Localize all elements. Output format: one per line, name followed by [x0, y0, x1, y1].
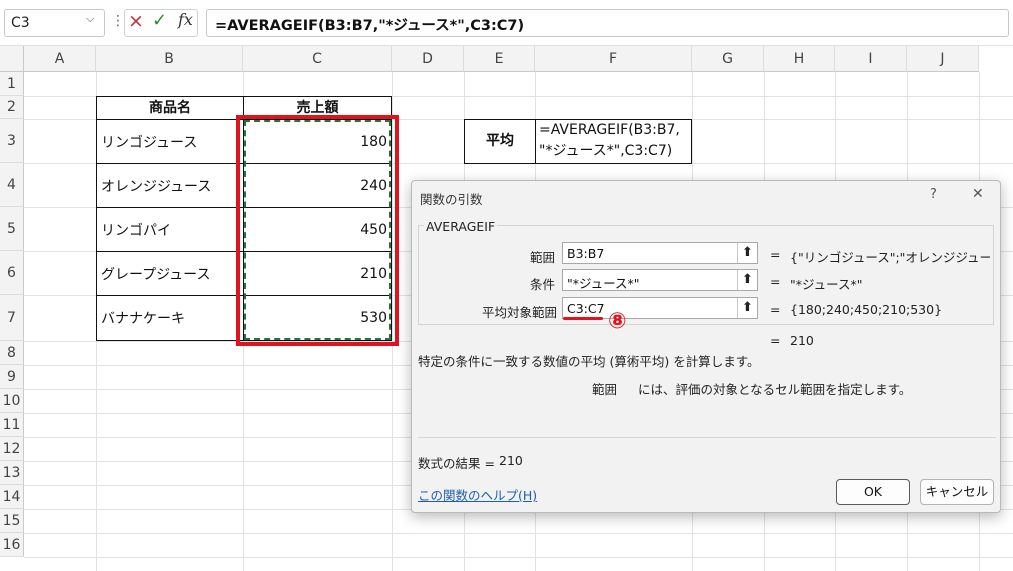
overall-equals: =	[770, 333, 781, 348]
arg-result-criteria: "*ジュース*"	[790, 277, 863, 292]
row-header[interactable]: 9	[0, 365, 24, 389]
table-cell-product[interactable]: リンゴジュース	[96, 119, 244, 164]
function-name: AVERAGEIF	[424, 219, 498, 234]
row-header[interactable]: 16	[0, 533, 24, 557]
table-cell-product[interactable]: オレンジジュース	[96, 163, 244, 208]
row-header[interactable]: 1	[0, 72, 24, 96]
column-header[interactable]: B	[96, 46, 243, 72]
table-cell-product[interactable]: グレープジュース	[96, 251, 244, 296]
column-header[interactable]: J	[907, 46, 979, 72]
underline-annotation	[563, 317, 603, 320]
column-header[interactable]: A	[24, 46, 96, 72]
select-all-corner[interactable]	[0, 46, 24, 72]
arg-label-criteria: 条件	[530, 277, 556, 292]
arg-desc-text: には、評価の対象となるセル範囲を指定します。	[638, 382, 912, 397]
step-number-badge: ⑧	[608, 309, 627, 334]
table-cell-product[interactable]: リンゴパイ	[96, 207, 244, 252]
table-header-product[interactable]: 商品名	[96, 96, 244, 120]
arg-equals: =	[770, 302, 781, 317]
arg-label-average-range: 平均対象範囲	[482, 305, 558, 320]
row-header[interactable]: 4	[0, 163, 24, 207]
divider	[418, 437, 996, 438]
row-header[interactable]: 15	[0, 509, 24, 533]
collapse-dialog-icon[interactable]: ⬆	[737, 270, 757, 290]
enter-check-icon[interactable]: ✓	[152, 10, 167, 31]
formula-input[interactable]: =AVERAGEIF(B3:B7,"*ジュース*",C3:C7)	[206, 9, 1009, 37]
row-header[interactable]: 14	[0, 485, 24, 509]
row-header[interactable]: 2	[0, 96, 24, 119]
row-header[interactable]: 12	[0, 437, 24, 461]
close-icon[interactable]: ✕	[972, 186, 984, 202]
function-arguments-dialog: 関数の引数 ? ✕ AVERAGEIF 範囲 B3:B7 ⬆ = {"リンゴジュ…	[411, 180, 1001, 513]
row-header[interactable]: 5	[0, 207, 24, 251]
function-help-link[interactable]: この関数のヘルプ(H)	[418, 485, 537, 504]
average-label-cell[interactable]: 平均	[464, 119, 536, 164]
chevron-down-icon[interactable]: ⌵	[86, 12, 94, 26]
cancel-button[interactable]: キャンセル	[920, 479, 994, 505]
column-header[interactable]: D	[392, 46, 464, 72]
formula-result-label: 数式の結果 =	[418, 456, 495, 471]
arg-input-range[interactable]: B3:B7	[562, 242, 758, 264]
row-header[interactable]: 13	[0, 461, 24, 485]
formula-line-2: "*ジュース*",C3:C7)	[539, 143, 673, 159]
formula-line-1: =AVERAGEIF(B3:B7,	[539, 122, 680, 138]
collapse-dialog-icon[interactable]: ⬆	[737, 298, 757, 318]
arg-label-range: 範囲	[530, 250, 556, 265]
arg-equals: =	[770, 274, 781, 289]
dialog-title: 関数の引数	[420, 192, 483, 207]
function-description: 特定の条件に一致する数値の平均 (算術平均) を計算します。	[418, 354, 760, 369]
row-header[interactable]: 7	[0, 295, 24, 341]
collapse-dialog-icon[interactable]: ⬆	[737, 243, 757, 263]
arg-result-range: {"リンゴジュース";"オレンジジュース";"...	[790, 250, 990, 265]
column-header[interactable]: G	[692, 46, 764, 72]
highlight-box	[236, 115, 399, 346]
arg-desc-name: 範囲	[592, 382, 618, 397]
table-cell-product[interactable]: バナナケーキ	[96, 295, 244, 341]
overall-result: 210	[790, 333, 814, 348]
average-formula-cell[interactable]: =AVERAGEIF(B3:B7, "*ジュース*",C3:C7)	[535, 119, 692, 164]
column-header[interactable]: C	[243, 46, 392, 72]
ok-button[interactable]: OK	[836, 479, 910, 505]
row-header[interactable]: 3	[0, 119, 24, 163]
arg-result-average-range: {180;240;450;210;530}	[790, 302, 943, 317]
column-header[interactable]: F	[535, 46, 692, 72]
arg-equals: =	[770, 247, 781, 262]
column-header[interactable]: I	[835, 46, 907, 72]
formula-result-value: 210	[499, 453, 523, 468]
arg-input-criteria[interactable]: "*ジュース*"	[562, 269, 758, 291]
row-header[interactable]: 6	[0, 251, 24, 295]
row-header[interactable]: 11	[0, 413, 24, 437]
column-header[interactable]: E	[464, 46, 535, 72]
cancel-icon[interactable]: ×	[128, 10, 144, 32]
row-header[interactable]: 8	[0, 341, 24, 365]
help-icon[interactable]: ?	[930, 187, 937, 202]
row-header[interactable]: 10	[0, 389, 24, 413]
column-header[interactable]: H	[764, 46, 835, 72]
insert-function-icon[interactable]: fx	[178, 10, 193, 29]
more-options-icon[interactable]: ⋮	[111, 13, 125, 29]
arg-input-average-range[interactable]: C3:C7	[562, 297, 758, 319]
